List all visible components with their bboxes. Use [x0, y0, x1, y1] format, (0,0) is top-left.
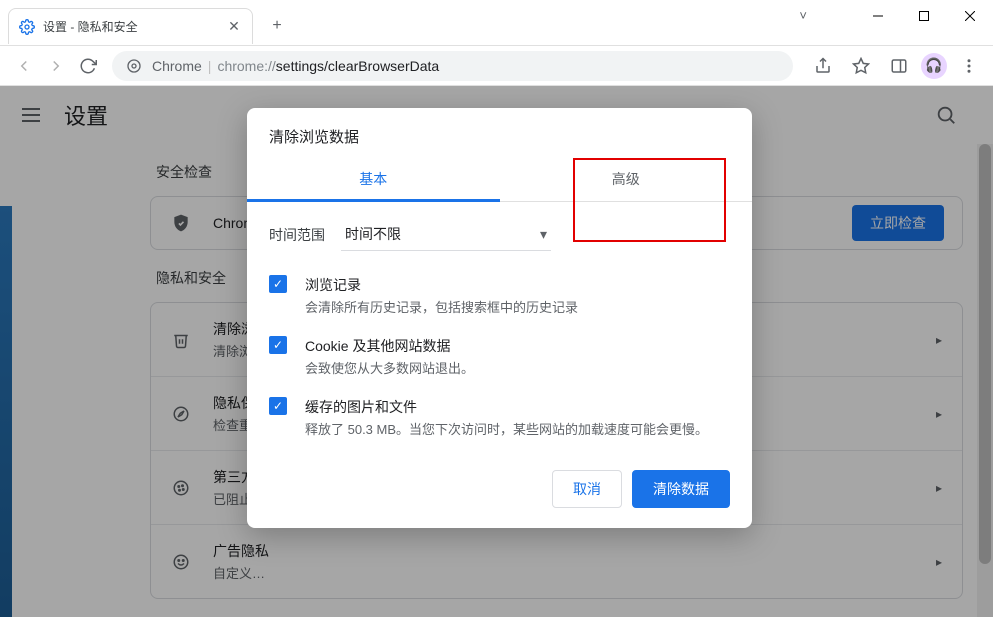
checkbox-icon[interactable]: ✓ — [269, 336, 287, 354]
share-icon[interactable] — [807, 50, 839, 82]
tab-advanced[interactable]: 高级 — [500, 157, 753, 201]
forward-button[interactable] — [40, 50, 72, 82]
omnibox-separator: | — [208, 58, 212, 74]
check-title: 缓存的图片和文件 — [305, 397, 708, 417]
cancel-button[interactable]: 取消 — [552, 470, 622, 508]
site-info-icon[interactable] — [126, 58, 142, 74]
tab-underline — [247, 199, 500, 202]
checkbox-cached[interactable]: ✓ 缓存的图片和文件释放了 50.3 MB。当您下次访问时，某些网站的加载速度可… — [269, 387, 730, 448]
back-button[interactable] — [8, 50, 40, 82]
tab-search-caret[interactable]: ˅ — [799, 8, 807, 23]
minimize-button[interactable] — [855, 0, 901, 32]
close-window-button[interactable] — [947, 0, 993, 32]
check-title: Cookie 及其他网站数据 — [305, 336, 474, 356]
time-range-value: 时间不限 — [345, 224, 401, 244]
address-bar[interactable]: Chrome | chrome://settings/clearBrowserD… — [112, 51, 793, 81]
check-title: 浏览记录 — [305, 275, 578, 295]
window-titlebar: 设置 - 隐私和安全 ✕ + ˅ — [0, 0, 993, 46]
dialog-tabs: 基本 高级 — [247, 157, 752, 202]
menu-icon[interactable] — [953, 50, 985, 82]
reload-button[interactable] — [72, 50, 104, 82]
dialog-footer: 取消 清除数据 — [247, 456, 752, 528]
clear-data-button[interactable]: 清除数据 — [632, 470, 730, 508]
profile-avatar[interactable]: 🎧 — [921, 53, 947, 79]
omnibox-chip: Chrome — [152, 58, 202, 74]
check-sub: 释放了 50.3 MB。当您下次访问时，某些网站的加载速度可能会更慢。 — [305, 419, 708, 438]
window-controls — [855, 0, 993, 32]
dialog-body: 时间范围 时间不限 ▾ ✓ 浏览记录会清除所有历史记录，包括搜索框中的历史记录 … — [247, 202, 752, 456]
checkbox-icon[interactable]: ✓ — [269, 275, 287, 293]
checkbox-icon[interactable]: ✓ — [269, 397, 287, 415]
check-sub: 会致使您从大多数网站退出。 — [305, 358, 474, 377]
tab-title: 设置 - 隐私和安全 — [43, 18, 226, 35]
time-range-select[interactable]: 时间不限 ▾ — [341, 218, 551, 251]
browser-tab[interactable]: 设置 - 隐私和安全 ✕ — [8, 8, 253, 44]
settings-page: 设置 安全检查 Chrome 立即检查 隐私和安全 清除浏览数据清除浏览… ▸ — [0, 86, 993, 617]
check-sub: 会清除所有历史记录，包括搜索框中的历史记录 — [305, 297, 578, 316]
checkbox-browsing-history[interactable]: ✓ 浏览记录会清除所有历史记录，包括搜索框中的历史记录 — [269, 265, 730, 326]
browser-toolbar: Chrome | chrome://settings/clearBrowserD… — [0, 46, 993, 86]
time-range-label: 时间范围 — [269, 225, 325, 245]
omnibox-url-scheme: chrome:// — [217, 58, 275, 74]
checkbox-cookies[interactable]: ✓ Cookie 及其他网站数据会致使您从大多数网站退出。 — [269, 326, 730, 387]
clear-browsing-data-dialog: 清除浏览数据 基本 高级 时间范围 时间不限 ▾ ✓ 浏览记录会清除所有历史记录… — [247, 108, 752, 528]
side-panel-icon[interactable] — [883, 50, 915, 82]
close-icon[interactable]: ✕ — [226, 19, 242, 35]
chevron-down-icon: ▾ — [540, 226, 547, 243]
dialog-title: 清除浏览数据 — [247, 108, 752, 157]
bookmark-icon[interactable] — [845, 50, 877, 82]
gear-icon — [19, 19, 35, 35]
tab-basic[interactable]: 基本 — [247, 157, 500, 201]
new-tab-button[interactable]: + — [263, 12, 291, 40]
omnibox-url-path: settings/clearBrowserData — [276, 58, 439, 74]
time-range-row: 时间范围 时间不限 ▾ — [269, 218, 730, 251]
maximize-button[interactable] — [901, 0, 947, 32]
